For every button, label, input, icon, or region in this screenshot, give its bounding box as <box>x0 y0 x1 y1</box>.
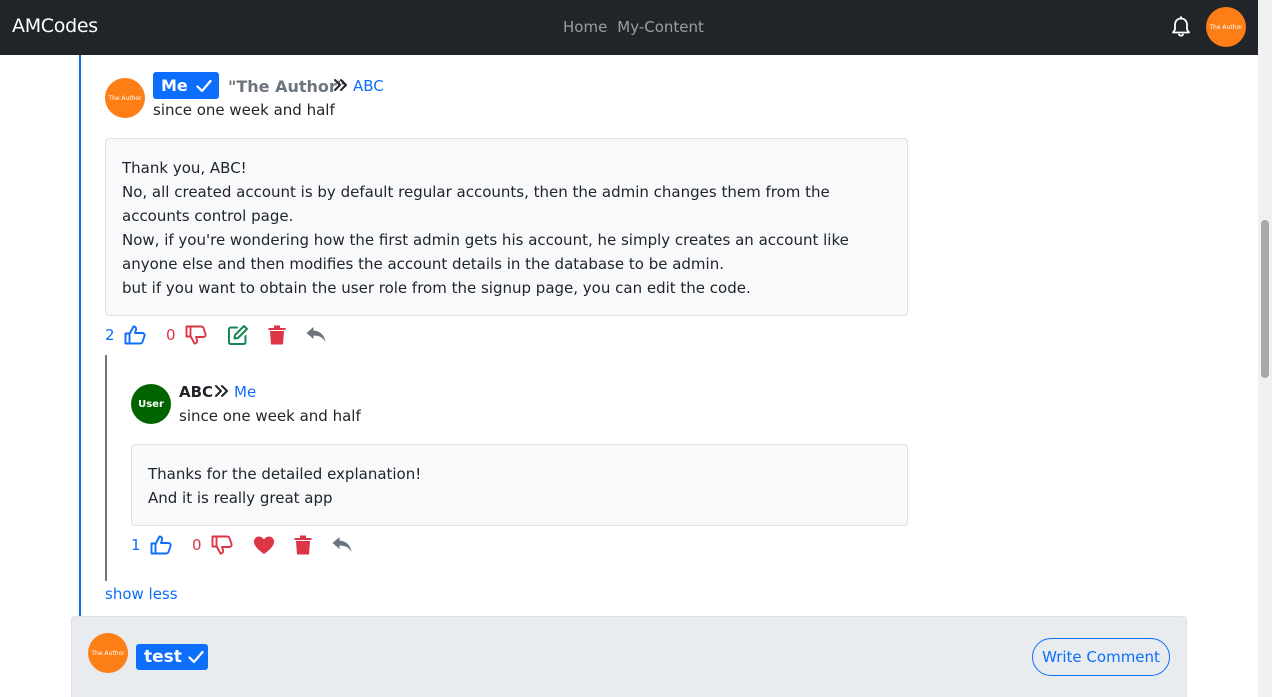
trash-icon <box>268 325 286 345</box>
thumbs-down-icon <box>185 325 207 345</box>
check-icon <box>188 650 204 664</box>
reply-to-link[interactable]: ABC <box>353 77 384 95</box>
reply-body-line: And it is really great app <box>148 489 333 507</box>
page: AMCodes Home My-Content The Author The A… <box>0 0 1272 697</box>
badge-label: Me <box>161 76 188 95</box>
badge-label: test <box>144 647 182 667</box>
comment-timestamp: since one week and half <box>153 101 335 119</box>
edit-icon <box>228 325 248 345</box>
footer-avatar[interactable]: The Author <box>88 633 128 673</box>
dislike-button[interactable]: 0 <box>166 323 207 347</box>
like-button[interactable]: 2 <box>105 323 146 347</box>
scrollbar[interactable] <box>1258 0 1272 697</box>
reply-button[interactable] <box>331 533 353 557</box>
reply-body-line: Thanks for the detailed explanation! <box>148 465 422 483</box>
navbar: AMCodes Home My-Content The Author <box>0 0 1258 55</box>
brand-logo[interactable]: AMCodes <box>12 15 98 37</box>
like-count: 1 <box>131 536 141 554</box>
show-less-link[interactable]: show less <box>105 585 178 603</box>
reply-button[interactable] <box>305 323 327 347</box>
chevrons-right-icon <box>214 384 230 402</box>
trash-icon <box>294 535 312 555</box>
chevrons-right-icon <box>333 78 349 96</box>
reply-icon <box>332 537 352 552</box>
dislike-count: 0 <box>192 536 202 554</box>
check-icon <box>196 79 212 92</box>
reply-to-link[interactable]: Me <box>234 383 256 401</box>
reply-timestamp: since one week and half <box>179 407 361 425</box>
nav-link-home[interactable]: Home <box>563 18 607 36</box>
user-badge: test <box>136 644 208 670</box>
comment-author[interactable]: "The Author" <box>228 77 345 96</box>
comment-avatar[interactable]: The Author <box>105 78 145 118</box>
reply-actions: 1 0 <box>131 533 371 557</box>
thumbs-down-icon <box>211 535 233 555</box>
nav-avatar[interactable]: The Author <box>1206 7 1246 47</box>
comment-actions: 2 0 <box>105 323 345 347</box>
reply-rail <box>105 355 107 581</box>
heart-button[interactable] <box>253 533 275 557</box>
dislike-button[interactable]: 0 <box>192 533 233 557</box>
post-footer <box>71 616 1187 697</box>
like-count: 2 <box>105 326 115 344</box>
comment-body-line: but if you want to obtain the user role … <box>122 279 751 297</box>
delete-button[interactable] <box>293 533 313 557</box>
delete-button[interactable] <box>267 323 287 347</box>
thread-rail <box>79 55 81 617</box>
thumbs-up-icon <box>124 325 146 345</box>
heart-icon <box>254 536 274 554</box>
reply-avatar[interactable]: User <box>131 384 171 424</box>
bell-icon[interactable] <box>1171 16 1191 38</box>
thumbs-up-icon <box>150 535 172 555</box>
author-badge: Me <box>153 72 219 99</box>
like-button[interactable]: 1 <box>131 533 172 557</box>
write-comment-button[interactable]: Write Comment <box>1032 638 1170 676</box>
comment-body-line: Now, if you're wondering how the first a… <box>122 231 849 273</box>
comment-body-line: Thank you, ABC! <box>122 159 247 177</box>
reply-icon <box>306 327 326 342</box>
comment-body: Thank you, ABC! No, all created account … <box>105 138 908 316</box>
nav-links: Home My-Content <box>563 18 704 36</box>
reply-author[interactable]: ABC <box>179 383 213 401</box>
edit-button[interactable] <box>227 323 249 347</box>
reply-body: Thanks for the detailed explanation! And… <box>131 444 908 526</box>
scrollbar-thumb[interactable] <box>1261 220 1269 378</box>
comment-body-line: No, all created account is by default re… <box>122 183 830 225</box>
nav-link-my-content[interactable]: My-Content <box>617 18 704 36</box>
dislike-count: 0 <box>166 326 176 344</box>
